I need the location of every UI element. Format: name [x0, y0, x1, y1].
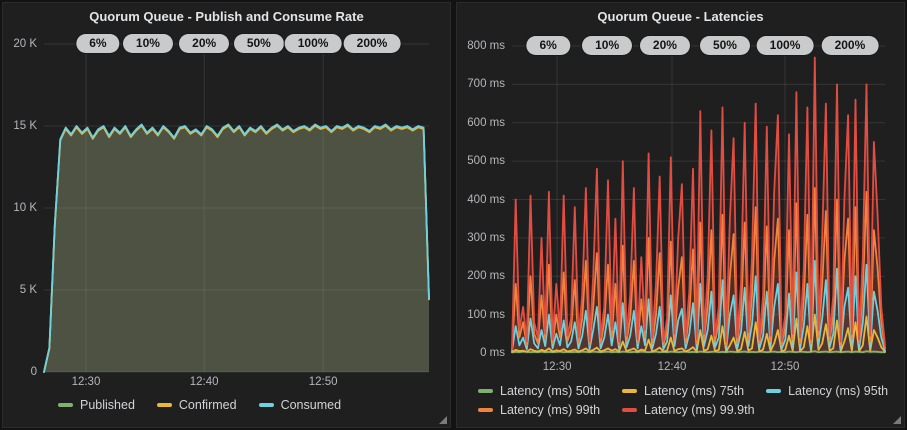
legend-swatch-icon	[157, 403, 172, 407]
y-axis-tick: 10 K	[13, 202, 37, 214]
legend-item[interactable]: Latency (ms) 99.9th	[622, 403, 754, 417]
legend-label: Latency (ms) 99th	[500, 403, 600, 417]
legend-swatch-icon	[622, 389, 637, 393]
legend-item[interactable]: Published	[58, 398, 135, 412]
x-axis-tick: 12:30	[543, 361, 572, 373]
legend-item[interactable]: Consumed	[259, 398, 341, 412]
legend-item[interactable]: Latency (ms) 99th	[478, 403, 600, 417]
annotation-pill[interactable]: 100%	[757, 36, 814, 55]
x-axis-tick: 12:50	[309, 376, 338, 388]
legend-label: Latency (ms) 75th	[644, 384, 744, 398]
panel-resize-handle[interactable]	[893, 416, 901, 424]
panel-latencies: Quorum Queue - Latencies 800 ms 700 ms 600…	[456, 2, 905, 428]
annotation-pill[interactable]: 10%	[582, 36, 632, 55]
y-axis-tick: 0 ms	[480, 347, 505, 359]
legend-swatch-icon	[766, 389, 781, 393]
panel-resize-handle[interactable]	[439, 416, 447, 424]
legend-item[interactable]: Confirmed	[157, 398, 237, 412]
legend-swatch-icon	[622, 408, 637, 412]
x-axis-tick: 12:30	[72, 376, 101, 388]
y-axis-tick: 20 K	[13, 38, 37, 50]
annotation-pill[interactable]: 50%	[234, 34, 284, 53]
y-axis-tick: 800 ms	[467, 40, 505, 52]
x-axis-tick: 12:40	[190, 376, 219, 388]
annotation-pill[interactable]: 100%	[285, 34, 342, 53]
annotation-pill[interactable]: 200%	[344, 34, 401, 53]
legend-swatch-icon	[478, 389, 493, 393]
y-axis-tick: 100 ms	[467, 309, 505, 321]
y-axis-tick: 0	[31, 366, 37, 378]
legend-label: Latency (ms) 95th	[788, 384, 888, 398]
y-axis: 20 K 15 K 10 K 5 K 0	[3, 3, 37, 427]
y-axis-tick: 400 ms	[467, 194, 505, 206]
annotation-pill[interactable]: 10%	[123, 34, 173, 53]
legend-swatch-icon	[58, 403, 73, 407]
latency-chart[interactable]	[512, 46, 885, 353]
x-axis-tick: 12:40	[658, 361, 687, 373]
legend: Published Confirmed Consumed	[58, 398, 341, 412]
legend-swatch-icon	[478, 408, 493, 412]
y-axis-tick: 700 ms	[467, 78, 505, 90]
annotation-pill[interactable]: 50%	[700, 36, 750, 55]
legend: Latency (ms) 50th Latency (ms) 75th Latenc…	[478, 384, 904, 417]
rate-chart[interactable]	[44, 44, 429, 372]
panel-title[interactable]: Quorum Queue - Latencies	[457, 9, 904, 24]
legend-label: Consumed	[281, 398, 341, 412]
rate-chart-plot	[44, 44, 429, 372]
legend-item[interactable]: Latency (ms) 75th	[622, 384, 744, 398]
y-axis-tick: 15 K	[13, 120, 37, 132]
annotation-pill[interactable]: 6%	[527, 36, 570, 55]
annotation-pill[interactable]: 200%	[822, 36, 879, 55]
y-axis-tick: 500 ms	[467, 155, 505, 167]
y-axis-tick: 5 K	[20, 284, 37, 296]
latency-chart-plot	[512, 46, 885, 353]
annotation-pill[interactable]: 20%	[179, 34, 229, 53]
grafana-dashboard: Quorum Queue - Publish and Consume Rate …	[0, 0, 907, 430]
annotation-pill[interactable]: 20%	[640, 36, 690, 55]
legend-label: Published	[80, 398, 135, 412]
y-axis-tick: 300 ms	[467, 232, 505, 244]
legend-label: Latency (ms) 99.9th	[644, 403, 754, 417]
y-axis-tick: 600 ms	[467, 117, 505, 129]
annotation-pill[interactable]: 6%	[76, 34, 119, 53]
legend-label: Latency (ms) 50th	[500, 384, 600, 398]
y-axis-tick: 200 ms	[467, 270, 505, 282]
legend-swatch-icon	[259, 403, 274, 407]
legend-item[interactable]: Latency (ms) 50th	[478, 384, 600, 398]
legend-label: Confirmed	[179, 398, 237, 412]
y-axis: 800 ms 700 ms 600 ms 500 ms 400 ms 300 ms 200 …	[457, 3, 505, 427]
panel-publish-consume-rate: Quorum Queue - Publish and Consume Rate …	[2, 2, 451, 428]
panel-title[interactable]: Quorum Queue - Publish and Consume Rate	[3, 9, 450, 24]
x-axis-tick: 12:50	[771, 361, 800, 373]
legend-item[interactable]: Latency (ms) 95th	[766, 384, 888, 398]
